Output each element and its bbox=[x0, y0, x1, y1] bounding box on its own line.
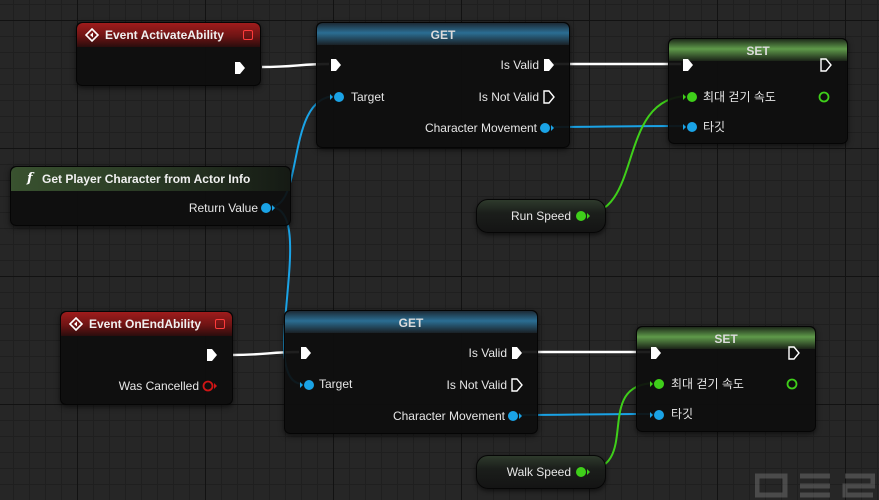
node-header[interactable]: Event OnEndAbility bbox=[61, 312, 232, 336]
event-diamond-icon bbox=[85, 28, 99, 42]
node-title: SET bbox=[714, 332, 738, 346]
exec-out-pin[interactable] bbox=[819, 58, 833, 72]
node-header[interactable]: GET bbox=[317, 23, 569, 45]
max-walk-speed-in-pin[interactable] bbox=[682, 90, 698, 104]
is-valid-label: Is Valid bbox=[468, 346, 507, 360]
character-movement-pin[interactable] bbox=[539, 121, 555, 135]
node-title: Get Player Character from Actor Info bbox=[42, 172, 251, 186]
was-cancelled-label: Was Cancelled bbox=[118, 379, 199, 393]
event-activate-ability-node[interactable]: Event ActivateAbility bbox=[76, 22, 261, 86]
set-max-walk-speed-node-bottom[interactable]: SET 최대 걷기 속도 타깃 bbox=[636, 326, 816, 432]
variable-label: Run Speed bbox=[510, 209, 571, 223]
node-header[interactable]: GET bbox=[285, 311, 537, 333]
node-header[interactable]: Event ActivateAbility bbox=[77, 23, 260, 47]
exec-in-pin[interactable] bbox=[299, 346, 313, 360]
target-label: Target bbox=[351, 90, 385, 104]
max-walk-speed-out-pin[interactable] bbox=[785, 377, 801, 391]
was-cancelled-pin[interactable] bbox=[202, 379, 218, 393]
target-pin[interactable] bbox=[299, 378, 315, 392]
target-pin[interactable] bbox=[649, 408, 665, 422]
walk-speed-out-pin[interactable] bbox=[575, 465, 591, 479]
is-valid-exec-pin[interactable] bbox=[510, 346, 524, 360]
function-icon: f bbox=[27, 171, 33, 186]
return-value-pin[interactable] bbox=[260, 201, 276, 215]
return-value-label: Return Value bbox=[188, 201, 258, 215]
target-pin[interactable] bbox=[682, 120, 698, 134]
exec-in-pin[interactable] bbox=[329, 58, 343, 72]
max-walk-speed-label: 최대 걷기 속도 bbox=[703, 90, 776, 104]
node-title: GET bbox=[430, 28, 456, 42]
run-speed-variable-node[interactable]: Run Speed bbox=[476, 199, 606, 233]
exec-out-pin[interactable] bbox=[787, 346, 801, 360]
character-movement-label: Character Movement bbox=[424, 121, 537, 135]
max-walk-speed-label: 최대 걷기 속도 bbox=[671, 377, 744, 391]
event-diamond-icon bbox=[69, 317, 83, 331]
exec-out-pin[interactable] bbox=[205, 348, 219, 362]
character-movement-label: Character Movement bbox=[392, 409, 505, 423]
target-pin[interactable] bbox=[329, 90, 345, 104]
character-movement-pin[interactable] bbox=[507, 409, 523, 423]
is-valid-label: Is Valid bbox=[500, 58, 539, 72]
set-max-walk-speed-node-top[interactable]: SET 최대 걷기 속도 타깃 bbox=[668, 38, 848, 144]
is-not-valid-label: Is Not Valid bbox=[446, 378, 507, 392]
target-label: 타깃 bbox=[671, 407, 694, 421]
node-header[interactable]: f Get Player Character from Actor Info bbox=[11, 167, 290, 191]
get-validated-node-top[interactable]: GET Target Is Valid Is Not Valid Charact… bbox=[316, 22, 570, 148]
exec-in-pin[interactable] bbox=[681, 58, 695, 72]
node-title: GET bbox=[398, 316, 424, 330]
get-player-character-node[interactable]: f Get Player Character from Actor Info R… bbox=[10, 166, 291, 226]
run-speed-out-pin[interactable] bbox=[575, 209, 591, 223]
max-walk-speed-out-pin[interactable] bbox=[817, 90, 833, 104]
node-title: Event OnEndAbility bbox=[89, 317, 202, 331]
stop-icon bbox=[215, 319, 225, 329]
get-validated-node-bottom[interactable]: GET Target Is Valid Is Not Valid Charact… bbox=[284, 310, 538, 434]
stop-icon bbox=[243, 30, 253, 40]
graph-watermark bbox=[755, 473, 875, 498]
target-label: Target bbox=[319, 377, 353, 391]
exec-in-pin[interactable] bbox=[649, 346, 663, 360]
is-not-valid-exec-pin[interactable] bbox=[542, 90, 556, 104]
event-on-end-ability-node[interactable]: Event OnEndAbility Was Cancelled bbox=[60, 311, 233, 405]
is-not-valid-label: Is Not Valid bbox=[478, 90, 539, 104]
node-title: SET bbox=[746, 44, 770, 58]
max-walk-speed-in-pin[interactable] bbox=[649, 377, 665, 391]
target-label: 타깃 bbox=[703, 120, 726, 134]
walk-speed-variable-node[interactable]: Walk Speed bbox=[476, 455, 606, 489]
node-title: Event ActivateAbility bbox=[105, 28, 224, 42]
variable-label: Walk Speed bbox=[506, 465, 571, 479]
exec-out-pin[interactable] bbox=[233, 61, 247, 75]
is-not-valid-exec-pin[interactable] bbox=[510, 378, 524, 392]
is-valid-exec-pin[interactable] bbox=[542, 58, 556, 72]
